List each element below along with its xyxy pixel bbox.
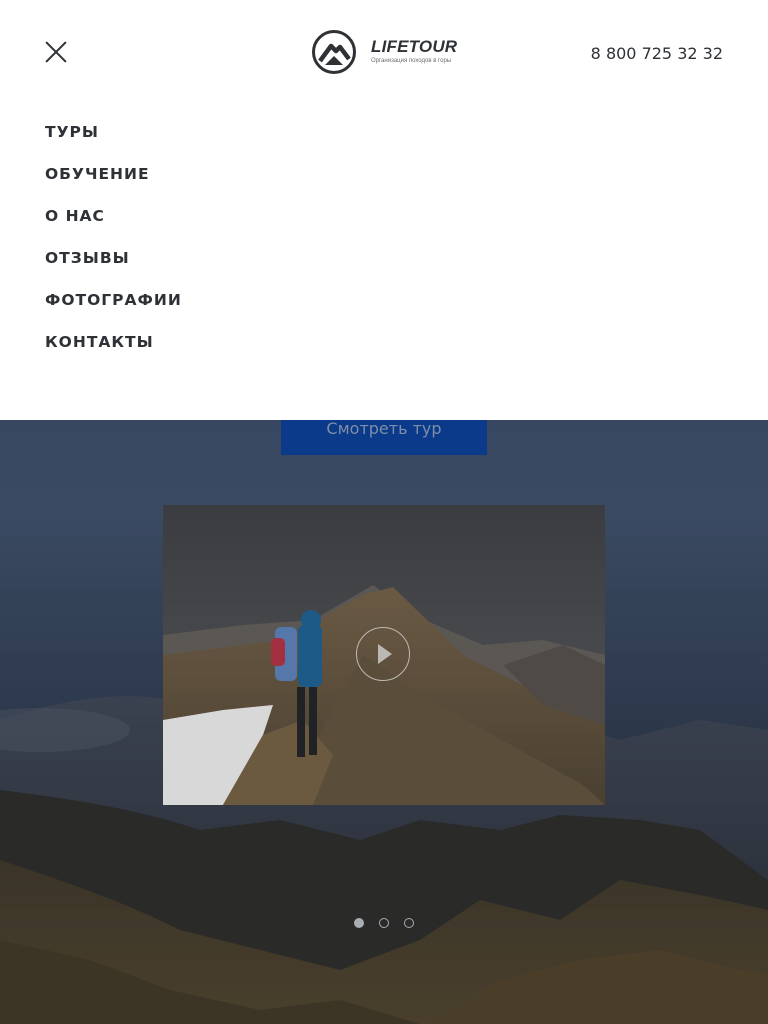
play-button[interactable] xyxy=(356,627,410,681)
slider-dot-2[interactable] xyxy=(379,918,389,928)
video-preview[interactable] xyxy=(163,505,605,805)
logo[interactable]: LIFETOUR Организация походов в горы xyxy=(311,29,457,75)
mobile-menu: LIFETOUR Организация походов в горы 8 80… xyxy=(0,0,768,420)
slider-dot-3[interactable] xyxy=(404,918,414,928)
logo-name: LIFETOUR xyxy=(371,37,458,56)
phone-link[interactable]: 8 800 725 32 32 xyxy=(591,44,723,63)
logo-mountain-icon xyxy=(312,30,356,74)
nav-item-contacts[interactable]: КОНТАКТЫ xyxy=(45,332,182,374)
nav-item-training[interactable]: ОБУЧЕНИЕ xyxy=(45,164,182,206)
slider-dot-1[interactable] xyxy=(354,918,364,928)
page: Смотреть тур LIFETOUR Организация походо… xyxy=(0,0,768,1024)
nav-item-about[interactable]: О НАС xyxy=(45,206,182,248)
play-icon xyxy=(378,644,392,664)
nav-item-reviews[interactable]: ОТЗЫВЫ xyxy=(45,248,182,290)
logo-tagline: Организация походов в горы xyxy=(371,58,452,64)
nav-item-photos[interactable]: ФОТОГРАФИИ xyxy=(45,290,182,332)
close-menu-button[interactable] xyxy=(44,40,68,64)
main-nav: ТУРЫ ОБУЧЕНИЕ О НАС ОТЗЫВЫ ФОТОГРАФИИ КО… xyxy=(45,122,182,374)
nav-item-tours[interactable]: ТУРЫ xyxy=(45,122,182,164)
slider-pagination xyxy=(354,918,414,928)
